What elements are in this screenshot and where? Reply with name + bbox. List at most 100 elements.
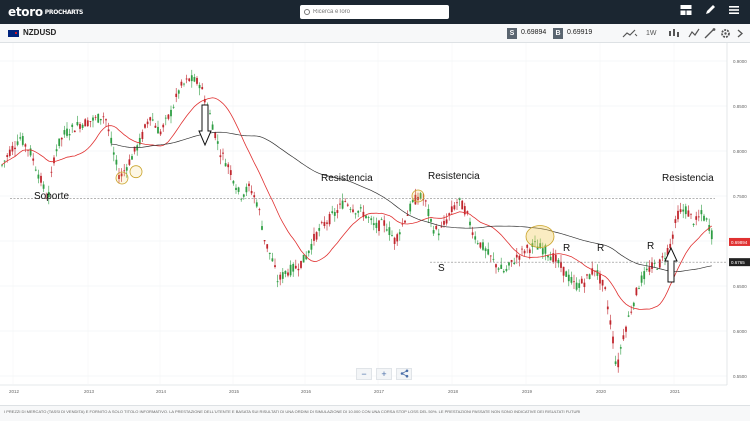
candle-body	[279, 274, 282, 280]
candle-body	[227, 164, 230, 168]
layout-icon[interactable]	[680, 4, 692, 18]
candle-body	[383, 220, 386, 226]
candle-body	[37, 174, 40, 179]
candle-body	[71, 124, 74, 127]
candle-body	[674, 219, 677, 223]
pencil-icon[interactable]	[704, 4, 716, 18]
chart-annotation: Resistencia	[321, 173, 373, 184]
x-tick-label: 2017	[374, 389, 385, 394]
candle-body	[300, 260, 302, 268]
settings-gear-icon[interactable]	[720, 28, 731, 39]
candle-body	[370, 218, 373, 221]
candles-icon[interactable]	[668, 28, 682, 39]
zoom-out-button[interactable]: −	[356, 368, 372, 380]
price-chart[interactable]: 0.90000.85000.80000.75000.70000.65000.60…	[0, 43, 750, 398]
candle-body	[144, 124, 146, 128]
candle-body	[92, 117, 94, 121]
candle-body	[354, 213, 357, 215]
instrument-symbol[interactable]: NZDUSD	[23, 28, 56, 37]
chart-canvas[interactable]: 0.90000.85000.80000.75000.70000.65000.60…	[0, 43, 750, 398]
x-tick-label: 2014	[156, 389, 167, 394]
candle-body	[461, 200, 464, 210]
candle-body	[159, 131, 162, 135]
candle-body	[474, 236, 477, 240]
candle-body	[261, 226, 263, 230]
candle-body	[700, 210, 703, 215]
candle-body	[687, 210, 690, 217]
x-tick-label: 2012	[9, 389, 20, 394]
candle-body	[19, 137, 22, 139]
candle-body	[315, 232, 318, 240]
logo-text: etoro	[8, 5, 43, 19]
candle-body	[588, 274, 591, 280]
search-box[interactable]	[300, 5, 449, 19]
candle-body	[276, 281, 279, 283]
candle-body	[703, 215, 705, 221]
zoom-in-button[interactable]: +	[376, 368, 392, 380]
candle-body	[289, 264, 292, 276]
candle-body	[547, 255, 549, 258]
candle-body	[235, 187, 237, 190]
candle-body	[253, 195, 256, 198]
candle-body	[53, 157, 55, 164]
candle-body	[170, 109, 172, 117]
down-arrow-icon	[198, 104, 212, 147]
buy-button[interactable]: B	[553, 28, 563, 39]
zoom-controls: − +	[356, 368, 412, 380]
candle-body	[255, 202, 258, 207]
candle-body	[479, 242, 482, 248]
candle-body	[50, 171, 53, 173]
share-button[interactable]	[396, 368, 412, 380]
search-input[interactable]	[313, 6, 433, 18]
candle-body	[201, 87, 204, 90]
candle-body	[557, 259, 560, 264]
chart-type-icon[interactable]	[622, 28, 638, 39]
candle-body	[352, 209, 354, 212]
candle-body	[523, 250, 526, 254]
candle-body	[614, 361, 617, 365]
candle-body	[76, 121, 79, 126]
candle-body	[84, 119, 87, 127]
candle-body	[437, 233, 440, 236]
candle-body	[24, 144, 27, 147]
candle-body	[344, 201, 347, 202]
candle-body	[149, 117, 152, 121]
x-tick-label: 2016	[301, 389, 312, 394]
candle-body	[575, 282, 578, 290]
candle-body	[216, 141, 219, 144]
candle-body	[97, 113, 100, 123]
candle-body	[326, 222, 328, 224]
x-tick-label: 2020	[596, 389, 607, 394]
candle-body	[172, 106, 175, 108]
candle-body	[469, 221, 471, 226]
candle-body	[274, 265, 276, 268]
candle-body	[1, 164, 3, 166]
x-tick-label: 2019	[522, 389, 533, 394]
candle-body	[292, 263, 295, 272]
candle-body	[141, 131, 144, 139]
indicators-icon[interactable]	[688, 28, 700, 39]
candle-body	[328, 214, 331, 225]
candle-body	[443, 220, 445, 225]
x-tick-label: 2013	[84, 389, 95, 394]
menu-icon[interactable]	[728, 4, 740, 18]
candle-body	[625, 326, 627, 332]
more-icon[interactable]	[736, 28, 744, 39]
candle-body	[66, 128, 68, 136]
candle-body	[115, 159, 118, 165]
candle-body	[281, 272, 284, 279]
candle-body	[367, 217, 370, 218]
candle-body	[653, 263, 656, 264]
etoro-logo[interactable]: etoro PROCHARTS	[8, 5, 83, 19]
draw-tools-icon[interactable]	[704, 28, 716, 39]
sell-button[interactable]: S	[507, 28, 517, 39]
candle-body	[73, 130, 76, 133]
candle-body	[284, 270, 287, 274]
timeframe-select[interactable]: 1W	[646, 28, 657, 39]
nz-flag-icon	[8, 30, 19, 37]
buy-price: 0.69919	[567, 29, 593, 36]
candle-body	[68, 133, 71, 136]
candle-body	[302, 254, 305, 263]
candle-body	[107, 129, 110, 132]
y-tick-label: 0.7500	[733, 194, 747, 199]
